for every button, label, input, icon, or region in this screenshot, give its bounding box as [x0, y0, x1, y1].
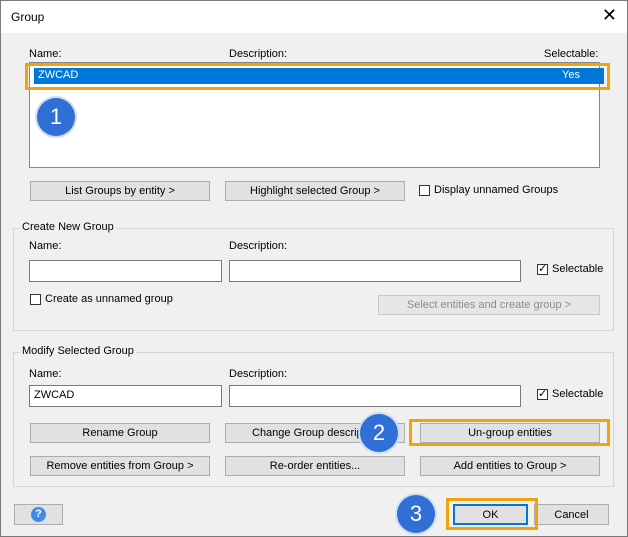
dialog-title: Group: [11, 10, 45, 24]
callout-highlight-list-row: [25, 63, 610, 90]
list-col-name: Name:: [29, 48, 62, 60]
help-icon: ?: [31, 507, 46, 522]
callout-highlight-ok: [446, 498, 538, 530]
callout-badge-1: 1: [37, 98, 75, 136]
modify-name-field[interactable]: ZWCAD: [29, 385, 222, 407]
add-entities-button[interactable]: Add entities to Group >: [420, 456, 600, 476]
create-selectable-checkbox[interactable]: [537, 262, 548, 275]
create-description-label: Description:: [229, 240, 288, 252]
modify-name-label: Name:: [29, 368, 62, 380]
modify-selectable-label: Selectable: [552, 388, 604, 400]
reorder-entities-button[interactable]: Re-order entities...: [225, 456, 405, 476]
close-icon[interactable]: ✕: [602, 5, 617, 25]
callout-badge-2: 2: [360, 414, 398, 452]
title-bar: Group ✕: [1, 1, 627, 33]
list-col-selectable: Selectable:: [544, 48, 599, 60]
display-unnamed-checkbox[interactable]: [419, 185, 430, 196]
callout-highlight-ungroup: [409, 419, 610, 446]
modify-description-field[interactable]: [229, 385, 521, 407]
create-unnamed-checkbox[interactable]: [30, 294, 41, 305]
rename-group-button[interactable]: Rename Group: [30, 423, 210, 443]
create-selectable-label: Selectable: [552, 263, 604, 275]
callout-badge-3: 3: [397, 495, 435, 533]
modify-selectable-checkbox[interactable]: [537, 387, 548, 400]
list-col-description: Description:: [229, 48, 288, 60]
create-name-field[interactable]: [29, 260, 222, 282]
create-name-label: Name:: [29, 240, 62, 252]
modify-group-legend: Modify Selected Group: [20, 345, 136, 357]
create-unnamed-label: Create as unnamed group: [45, 293, 173, 305]
remove-entities-button[interactable]: Remove entities from Group >: [30, 456, 210, 476]
select-entities-create-button[interactable]: Select entities and create group >: [378, 295, 600, 315]
create-group-legend: Create New Group: [20, 221, 116, 233]
highlight-selected-group-button[interactable]: Highlight selected Group >: [225, 181, 405, 201]
group-dialog: Group ✕ Name: Description: Selectable: Z…: [0, 0, 628, 537]
display-unnamed-label: Display unnamed Groups: [434, 184, 559, 196]
modify-description-label: Description:: [229, 368, 288, 380]
list-groups-by-entity-button[interactable]: List Groups by entity >: [30, 181, 210, 201]
help-button[interactable]: ?: [14, 504, 63, 525]
create-description-field[interactable]: [229, 260, 521, 282]
cancel-button[interactable]: Cancel: [534, 504, 609, 525]
